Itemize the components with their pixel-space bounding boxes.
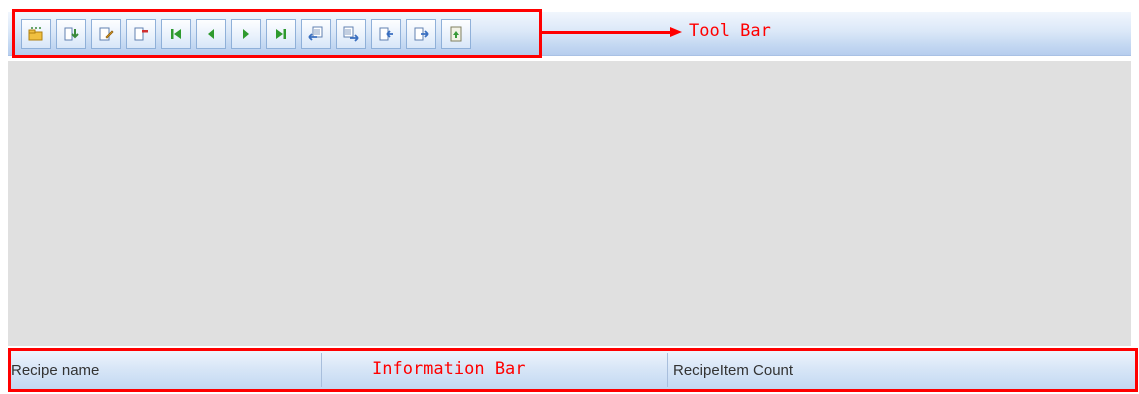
infobar-divider	[321, 353, 322, 387]
recipe-item-count-label: RecipeItem Count	[673, 361, 794, 379]
download-icon	[308, 26, 323, 41]
upload-button[interactable]	[336, 18, 366, 49]
previous-record-button[interactable]	[196, 18, 226, 49]
previous-icon	[208, 28, 214, 39]
insert-item-button[interactable]	[56, 18, 86, 49]
next-record-button[interactable]	[231, 18, 261, 49]
save-icon	[450, 26, 462, 41]
save-button[interactable]	[441, 18, 471, 49]
skip-last-icon	[276, 28, 286, 39]
edit-item-button[interactable]	[91, 18, 121, 49]
new-folder-icon	[28, 26, 43, 40]
delete-item-icon	[134, 27, 148, 40]
first-record-button[interactable]	[161, 18, 191, 49]
import-button[interactable]	[371, 18, 401, 49]
upload-icon	[343, 26, 359, 42]
import-icon	[379, 27, 393, 40]
toolbar-annotation-label: Tool Bar	[689, 21, 771, 41]
recipe-workspace	[8, 61, 1131, 346]
last-record-button[interactable]	[266, 18, 296, 49]
recipe-item-count-field: RecipeItem Count	[673, 351, 973, 389]
download-button[interactable]	[301, 18, 331, 49]
toolbar-annotation-arrow-head	[670, 27, 682, 37]
information-bar: Recipe name Information Bar RecipeItem C…	[8, 348, 1138, 392]
recipe-name-label: Recipe name	[11, 361, 100, 379]
infobar-annotation-label: Information Bar	[372, 359, 526, 379]
recipe-name-field: Recipe name	[11, 351, 321, 389]
toolbar-annotation-arrow-line	[542, 31, 672, 34]
edit-item-icon	[99, 27, 114, 40]
next-icon	[243, 28, 249, 39]
delete-item-button[interactable]	[126, 18, 156, 49]
infobar-divider	[667, 353, 668, 387]
toolbar	[12, 9, 542, 58]
export-icon	[414, 27, 429, 40]
export-button[interactable]	[406, 18, 436, 49]
new-recipe-button[interactable]	[21, 18, 51, 49]
skip-first-icon	[171, 28, 181, 39]
insert-item-icon	[64, 27, 79, 40]
